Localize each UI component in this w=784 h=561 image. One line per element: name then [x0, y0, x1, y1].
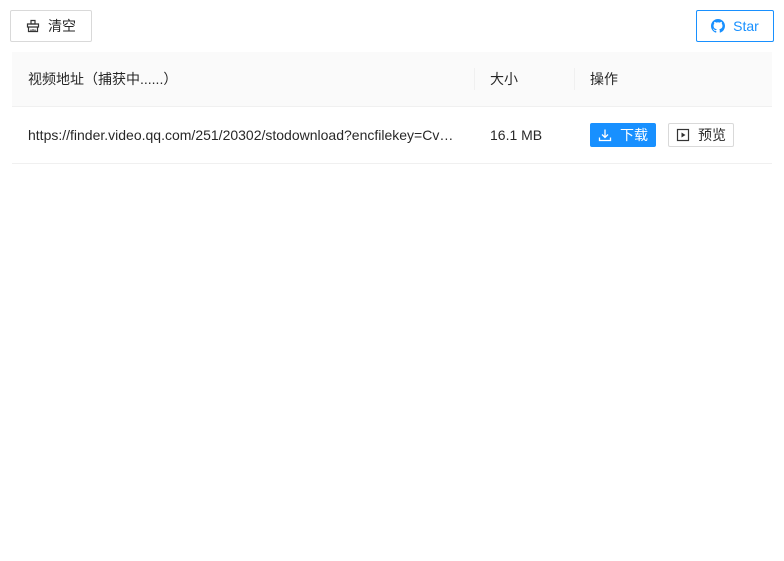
star-button-label: Star — [733, 18, 759, 34]
video-table: 视频地址（捕获中......） 大小 操作 https://finder.vid… — [12, 52, 772, 164]
table-row: https://finder.video.qq.com/251/20302/st… — [12, 107, 772, 164]
github-icon — [711, 19, 726, 33]
column-header-actions: 操作 — [574, 52, 772, 106]
toolbar: 清空 Star — [0, 0, 784, 52]
clear-button[interactable]: 清空 — [10, 10, 92, 42]
download-icon — [598, 128, 612, 142]
clear-button-label: 清空 — [48, 18, 76, 34]
github-star-button[interactable]: Star — [696, 10, 774, 42]
actions-cell: 下载 预览 — [574, 107, 772, 163]
url-cell: https://finder.video.qq.com/251/20302/st… — [12, 107, 474, 163]
preview-label: 预览 — [698, 127, 726, 143]
column-header-size: 大小 — [474, 52, 574, 106]
play-square-icon — [676, 128, 690, 142]
size-cell: 16.1 MB — [490, 127, 543, 143]
video-url: https://finder.video.qq.com/251/20302/st… — [28, 127, 458, 143]
column-header-url: 视频地址（捕获中......） — [28, 71, 178, 87]
clear-icon — [26, 19, 40, 33]
download-button[interactable]: 下载 — [590, 123, 656, 147]
preview-button[interactable]: 预览 — [668, 123, 734, 147]
table-header: 视频地址（捕获中......） 大小 操作 — [12, 52, 772, 107]
download-label: 下载 — [620, 127, 648, 143]
